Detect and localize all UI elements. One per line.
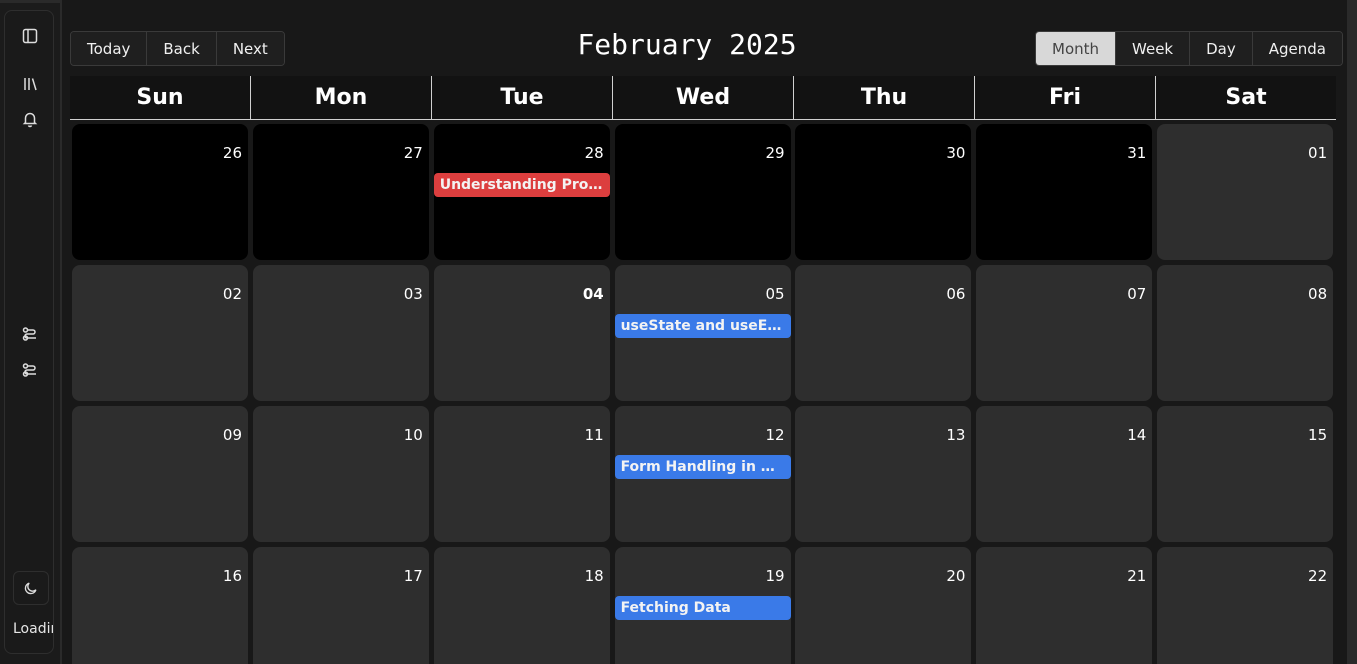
day-cell[interactable]: 13 bbox=[795, 406, 972, 542]
day-cell[interactable]: 12 Form Handling in Re... bbox=[614, 406, 791, 542]
calendar-event[interactable]: Form Handling in Re... bbox=[614, 455, 791, 479]
view-agenda-button[interactable]: Agenda bbox=[1252, 32, 1342, 65]
day-cell[interactable]: 03 bbox=[252, 265, 429, 401]
day-cell[interactable]: 21 bbox=[976, 547, 1153, 664]
day-number: 20 bbox=[946, 567, 966, 585]
day-cell[interactable]: 11 bbox=[433, 406, 610, 542]
day-number: 10 bbox=[403, 426, 423, 444]
day-cell[interactable]: 06 bbox=[795, 265, 972, 401]
day-cell[interactable]: 04 bbox=[433, 265, 610, 401]
day-cell[interactable]: 31 bbox=[976, 124, 1153, 260]
day-number: 27 bbox=[403, 144, 423, 162]
weekday-header: Sun Mon Tue Wed Thu Fri Sat bbox=[70, 76, 1336, 120]
moon-icon bbox=[24, 582, 37, 595]
day-number: 17 bbox=[403, 567, 423, 585]
day-number: 13 bbox=[946, 426, 966, 444]
day-number: 06 bbox=[946, 285, 966, 303]
calendar-event[interactable]: Fetching Data bbox=[614, 596, 791, 620]
day-number: 22 bbox=[1308, 567, 1328, 585]
day-number: 15 bbox=[1308, 426, 1328, 444]
day-cell[interactable]: 05 useState and useEffect bbox=[614, 265, 791, 401]
day-cell[interactable]: 07 bbox=[976, 265, 1153, 401]
day-number: 29 bbox=[765, 144, 785, 162]
calendar-event[interactable]: Understanding Props bbox=[433, 173, 610, 197]
event-title: Fetching Data bbox=[620, 600, 731, 616]
day-cell[interactable]: 18 bbox=[433, 547, 610, 664]
route-icon[interactable] bbox=[13, 353, 47, 387]
weekday-wed: Wed bbox=[612, 76, 793, 119]
day-cell[interactable]: 26 bbox=[72, 124, 248, 260]
day-number: 19 bbox=[765, 567, 785, 585]
view-day-button[interactable]: Day bbox=[1190, 32, 1253, 65]
day-number: 08 bbox=[1308, 285, 1328, 303]
day-number: 03 bbox=[403, 285, 423, 303]
day-number: 05 bbox=[765, 285, 785, 303]
day-number: 30 bbox=[946, 144, 966, 162]
calendar: Today Back Next February 2025 Month Week D… bbox=[62, 0, 1347, 664]
day-number: 09 bbox=[222, 426, 242, 444]
day-number: 11 bbox=[584, 426, 604, 444]
day-number: 14 bbox=[1127, 426, 1147, 444]
loading-text: Loading bbox=[13, 621, 53, 637]
today-button[interactable]: Today bbox=[71, 32, 148, 65]
bell-icon[interactable] bbox=[13, 102, 47, 136]
day-cell[interactable]: 30 bbox=[795, 124, 972, 260]
app-window: Loading Today Back Next February 2025 Mo… bbox=[0, 0, 1357, 664]
day-number: 01 bbox=[1308, 144, 1328, 162]
route-icon[interactable] bbox=[13, 317, 47, 351]
event-title: useState and useEffect bbox=[620, 318, 785, 334]
day-cell[interactable]: 15 bbox=[1157, 406, 1334, 542]
weekday-fri: Fri bbox=[974, 76, 1155, 119]
day-number: 07 bbox=[1127, 285, 1147, 303]
day-cell[interactable]: 27 bbox=[252, 124, 429, 260]
weekday-tue: Tue bbox=[431, 76, 612, 119]
day-number: 04 bbox=[582, 285, 604, 303]
day-number: 31 bbox=[1127, 144, 1147, 162]
day-cell[interactable]: 08 bbox=[1157, 265, 1334, 401]
day-number: 21 bbox=[1127, 567, 1147, 585]
day-cell[interactable]: 29 bbox=[614, 124, 791, 260]
calendar-event[interactable]: useState and useEffect bbox=[614, 314, 791, 338]
event-title: Form Handling in Re... bbox=[620, 459, 785, 475]
day-cell[interactable]: 28 Understanding Props bbox=[433, 124, 610, 260]
theme-toggle-button[interactable] bbox=[13, 571, 49, 605]
day-number: 02 bbox=[222, 285, 242, 303]
back-button[interactable]: Back bbox=[147, 32, 217, 65]
day-number: 26 bbox=[222, 144, 242, 162]
panel-toggle-icon[interactable] bbox=[13, 19, 47, 53]
day-cell[interactable]: 10 bbox=[252, 406, 429, 542]
day-cell[interactable]: 20 bbox=[795, 547, 972, 664]
weekday-sat: Sat bbox=[1155, 76, 1336, 119]
weekday-mon: Mon bbox=[250, 76, 431, 119]
nav-button-group: Today Back Next bbox=[70, 31, 285, 66]
day-cell[interactable]: 22 bbox=[1157, 547, 1334, 664]
day-cell[interactable]: 19 Fetching Data bbox=[614, 547, 791, 664]
day-number: 28 bbox=[584, 144, 604, 162]
window-edge bbox=[1347, 0, 1357, 664]
sidebar: Loading bbox=[4, 10, 54, 654]
day-cell[interactable]: 17 bbox=[252, 547, 429, 664]
day-number: 18 bbox=[584, 567, 604, 585]
day-number: 12 bbox=[765, 426, 785, 444]
day-cell[interactable]: 09 bbox=[72, 406, 248, 542]
day-cell[interactable]: 01 bbox=[1157, 124, 1334, 260]
weekday-sun: Sun bbox=[136, 85, 184, 110]
view-week-button[interactable]: Week bbox=[1116, 32, 1191, 65]
next-button[interactable]: Next bbox=[216, 32, 284, 65]
view-month-button[interactable]: Month bbox=[1036, 32, 1117, 65]
event-title: Understanding Props bbox=[439, 177, 604, 193]
weekday-thu: Thu bbox=[793, 76, 974, 119]
day-number: 16 bbox=[222, 567, 242, 585]
day-cell[interactable]: 02 bbox=[72, 265, 248, 401]
library-icon[interactable] bbox=[13, 67, 47, 101]
day-cell[interactable]: 16 bbox=[72, 547, 248, 664]
month-title: February 2025 bbox=[577, 28, 797, 61]
day-cell[interactable]: 14 bbox=[976, 406, 1153, 542]
view-button-group: Month Week Day Agenda bbox=[1035, 31, 1343, 66]
